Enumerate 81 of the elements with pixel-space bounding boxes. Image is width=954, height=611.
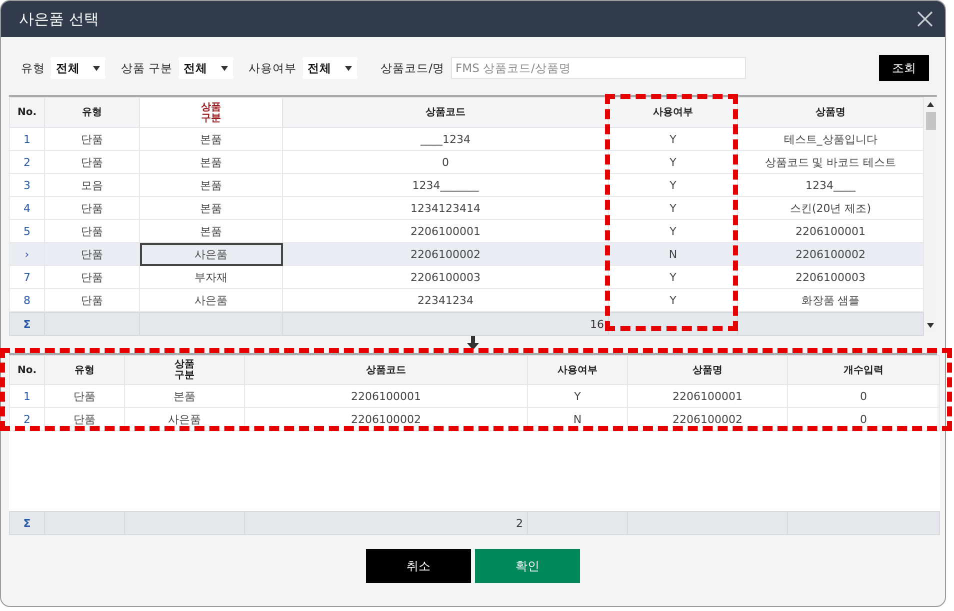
down-arrow-icon	[467, 336, 479, 350]
table-row[interactable]: 4 단품 본품 1234123414 Y 스킨(20년 제조)	[10, 196, 924, 220]
filter-label: 상품코드/명	[380, 60, 445, 76]
row-number: ›	[10, 242, 44, 266]
table-cell: 1234____	[738, 174, 924, 196]
table-cell: 단품	[44, 266, 140, 288]
caret-icon	[344, 66, 352, 70]
scroll-thumb[interactable]	[926, 112, 936, 130]
table-cell: 단품	[44, 196, 140, 220]
cancel-button[interactable]: 취소	[366, 549, 471, 583]
dropdown[interactable]: 전체	[178, 57, 233, 79]
scroll-down-icon[interactable]	[927, 323, 934, 328]
column-header[interactable]: 상품 구분	[140, 98, 282, 128]
caret-icon	[220, 66, 228, 70]
column-header[interactable]: 상품명	[738, 98, 924, 128]
row-number: 4	[10, 196, 44, 220]
table-cell: 본품	[140, 174, 282, 196]
filter-label: 상품 구분	[121, 60, 173, 76]
table-cell: Y	[528, 384, 628, 408]
table-cell: 단품	[44, 384, 124, 408]
table-cell: 사은품	[140, 242, 282, 266]
table-cell: 0	[282, 150, 608, 174]
sum-symbol: Σ	[10, 512, 44, 534]
table-row[interactable]: 2 단품 본품 0 Y 상품코드 및 바코드 테스트	[10, 150, 924, 174]
table-cell: 2206100001	[628, 384, 788, 408]
sum-symbol: Σ	[10, 312, 44, 336]
column-header[interactable]: 개수입력	[788, 356, 940, 384]
table-cell: 단품	[44, 150, 140, 174]
dropdown[interactable]: 전체	[51, 57, 105, 79]
column-header[interactable]: 유형	[44, 356, 124, 384]
table-cell: 본품	[140, 196, 282, 220]
table-row[interactable]: 7 단품 부자재 2206100003 Y 2206100003	[10, 266, 924, 288]
row-number: 1	[10, 128, 44, 150]
table-cell: 0	[788, 384, 940, 408]
table-cell: 부자재	[140, 266, 282, 288]
table-row[interactable]: 3 모음 본품 1234_______ Y 1234____	[10, 174, 924, 196]
table-row[interactable]: 1 단품 본품 ____1234 Y 테스트_상품입니다	[10, 128, 924, 150]
table-cell: 상품코드 및 바코드 테스트	[738, 150, 924, 174]
column-header[interactable]: No.	[10, 98, 44, 128]
table-row[interactable]: 1 단품 본품 2206100001 Y 2206100001 0	[10, 384, 940, 408]
table-cell: 2206100001	[244, 384, 528, 408]
table-cell: Y	[608, 196, 738, 220]
table-cell: 1234123414	[282, 196, 608, 220]
search-button[interactable]: 조회	[879, 55, 929, 81]
row-number: 1	[10, 384, 44, 408]
table-cell: 본품	[140, 150, 282, 174]
table-cell: 단품	[44, 242, 140, 266]
row-number: 3	[10, 174, 44, 196]
table-cell: 본품	[124, 384, 244, 408]
table-cell: 2206100003	[738, 266, 924, 288]
summary-total: 2	[244, 512, 528, 534]
table-cell: 테스트_상품입니다	[738, 128, 924, 150]
column-header[interactable]: 유형	[44, 98, 140, 128]
table-cell: 본품	[140, 128, 282, 150]
caret-icon	[93, 66, 100, 70]
filter-label: 유형	[21, 60, 45, 76]
column-header[interactable]: No.	[10, 356, 44, 384]
table-cell: 2206100002	[738, 242, 924, 266]
table-cell: 모음	[44, 174, 140, 196]
column-header[interactable]: 사용여부	[608, 98, 738, 128]
table-cell: Y	[608, 150, 738, 174]
filter-label: 사용여부	[248, 60, 297, 76]
search-field[interactable]: FMS 상품코드/상품명	[450, 57, 746, 79]
table-cell: 스킨(20년 제조)	[738, 196, 924, 220]
dropdown[interactable]: 전체	[302, 57, 357, 79]
scroll-up-icon[interactable]	[927, 102, 934, 107]
window-title: 사은품 선택	[19, 10, 99, 28]
row-number: 2	[10, 150, 44, 174]
table-cell: 단품	[44, 128, 140, 150]
table-cell: 2206100002	[282, 242, 608, 266]
table-cell: N	[608, 242, 738, 266]
column-header[interactable]: 상품명	[628, 356, 788, 384]
close-icon[interactable]	[917, 11, 933, 27]
column-header[interactable]: 상품코드	[244, 356, 528, 384]
table-row[interactable]: › 단품 사은품 2206100002 N 2206100002	[10, 242, 924, 266]
confirm-button[interactable]: 확인	[475, 549, 580, 583]
column-header[interactable]: 상품 구분	[124, 356, 244, 384]
row-number: 7	[10, 266, 44, 288]
column-header[interactable]: 상품코드	[282, 98, 608, 128]
column-header[interactable]: 사용여부	[528, 356, 628, 384]
summary-total: 16	[282, 312, 608, 336]
